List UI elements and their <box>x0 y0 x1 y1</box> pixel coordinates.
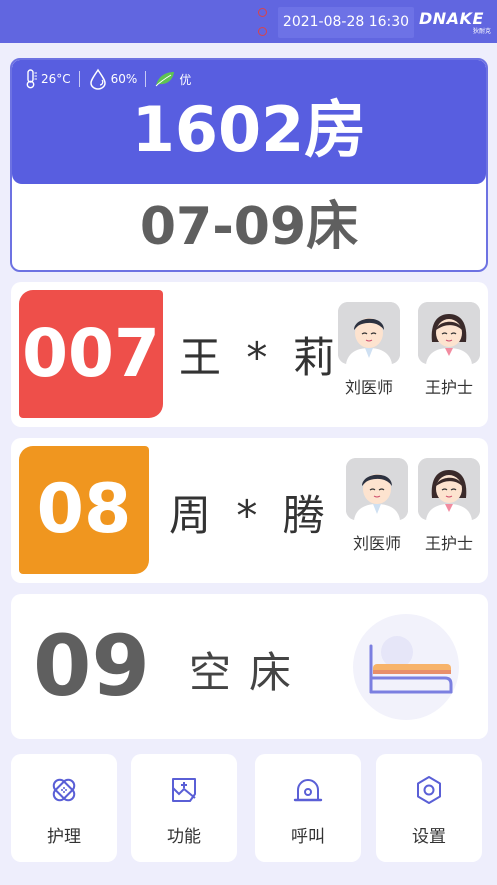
nav-label: 功能 <box>167 827 201 847</box>
top-bar: 2021-08-28 16:30 DNAKE 狄耐克 <box>0 0 497 43</box>
humidity-value: 60% <box>110 72 138 86</box>
nurse-card[interactable]: 王护士 <box>416 458 482 554</box>
divider <box>145 71 147 87</box>
status-indicator-dot <box>258 8 267 17</box>
bed-number-tag: 007 <box>19 290 163 418</box>
divider <box>78 71 80 87</box>
nav-label: 护理 <box>47 827 81 847</box>
leaf-icon <box>155 72 175 87</box>
room-info-card: 26°C 60% 优 1602房 07-09床 <box>10 58 488 272</box>
thermometer-icon <box>26 69 37 89</box>
call-button[interactable]: 呼叫 <box>255 754 361 862</box>
nursing-button[interactable]: 护理 <box>11 754 117 862</box>
datetime-display: 2021-08-28 16:30 <box>278 7 414 38</box>
empty-bed-label: 空床 <box>189 648 310 697</box>
nurse-card[interactable]: 王护士 <box>416 302 482 398</box>
settings-hexagon-icon <box>417 776 441 804</box>
bed-card-empty[interactable]: 09 空床 <box>11 594 488 739</box>
bed-range: 07-09床 <box>139 197 359 257</box>
empty-bed-icon <box>353 614 459 720</box>
nurse-avatar <box>418 458 480 520</box>
status-indicator-dot <box>258 27 267 36</box>
function-icon <box>172 778 196 802</box>
doctor-avatar <box>346 458 408 520</box>
function-button[interactable]: 功能 <box>131 754 237 862</box>
humidity-drop-icon <box>89 68 106 90</box>
settings-button[interactable]: 设置 <box>376 754 482 862</box>
doctor-card[interactable]: 刘医师 <box>344 458 410 554</box>
brand-logo: DNAKE 狄耐克 <box>419 9 491 35</box>
nurse-name: 王护士 <box>424 534 473 553</box>
nurse-name: 王护士 <box>424 378 473 397</box>
bed-number-tag: 08 <box>19 446 149 574</box>
patient-name: 王 * 莉 <box>179 333 341 382</box>
doctor-avatar <box>338 302 400 364</box>
call-bell-icon <box>293 779 323 802</box>
doctor-name: 刘医师 <box>352 534 401 553</box>
nav-label: 呼叫 <box>291 827 325 847</box>
room-number: 1602房 <box>131 93 367 166</box>
nav-label: 设置 <box>412 827 446 847</box>
room-header: 26°C 60% 优 1602房 <box>12 60 486 184</box>
bed-card[interactable]: 08 周 * 腾 刘医师 王护士 <box>11 438 488 583</box>
patient-name: 周 * 腾 <box>169 491 331 540</box>
bed-number: 09 <box>33 617 150 715</box>
doctor-card[interactable]: 刘医师 <box>336 302 402 398</box>
air-quality-value: 优 <box>179 72 192 87</box>
environment-readouts: 26°C 60% 优 <box>24 68 191 90</box>
temperature-value: 26°C <box>41 72 71 86</box>
bed-card[interactable]: 007 王 * 莉 刘医师 王护士 <box>11 282 488 427</box>
doctor-name: 刘医师 <box>344 378 393 397</box>
bandage-icon <box>52 778 76 802</box>
nurse-avatar <box>418 302 480 364</box>
